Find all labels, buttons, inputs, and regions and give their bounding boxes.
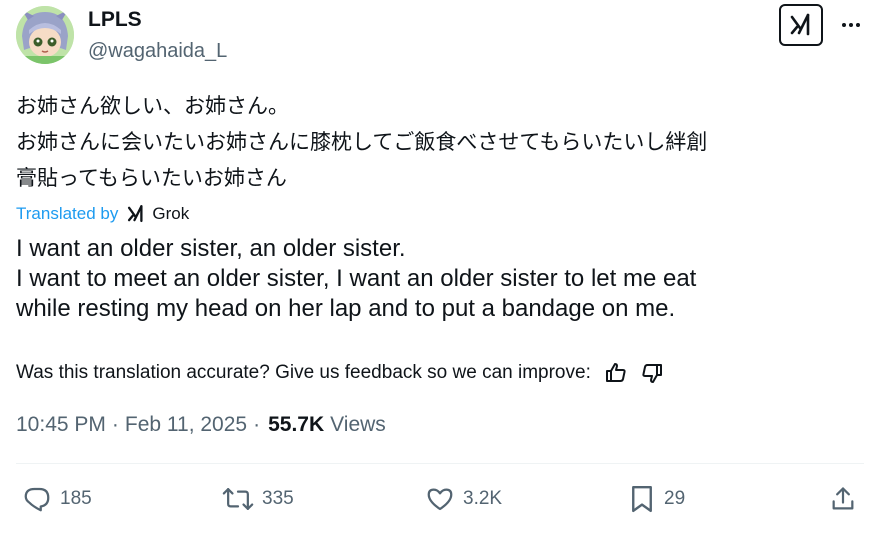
like-button[interactable]: 3.2K bbox=[425, 480, 502, 518]
post-original-text: お姉さん欲しい、お姉さん。 お姉さんに会いたいお姉さんに膝枕してご飯食べさせても… bbox=[16, 94, 708, 190]
like-icon bbox=[425, 484, 455, 514]
divider bbox=[16, 463, 864, 464]
more-options-button[interactable] bbox=[838, 12, 864, 38]
post-time[interactable]: 10:45 PM bbox=[16, 413, 106, 437]
views-label: Views bbox=[330, 413, 386, 436]
thumbs-up-icon bbox=[604, 361, 628, 385]
bookmark-icon bbox=[628, 484, 656, 514]
like-count: 3.2K bbox=[463, 488, 503, 509]
grok-button[interactable] bbox=[779, 4, 823, 46]
reply-icon bbox=[22, 484, 52, 514]
feedback-prompt: Was this translation accurate? Give us f… bbox=[16, 362, 591, 383]
thumbs-down-icon bbox=[640, 361, 664, 385]
share-button[interactable] bbox=[829, 480, 857, 518]
translation-feedback: Was this translation accurate? Give us f… bbox=[16, 358, 667, 388]
grok-logo-icon bbox=[126, 204, 146, 224]
bookmark-button[interactable]: 29 bbox=[628, 480, 685, 518]
post-date[interactable]: Feb 11, 2025 bbox=[125, 413, 247, 437]
post-meta: 10:45 PM · Feb 11, 2025 · 55.7K Views bbox=[16, 410, 386, 440]
repost-icon bbox=[222, 484, 254, 514]
post-translated-text: I want an older sister, an older sister.… bbox=[16, 235, 697, 322]
thumbs-down-button[interactable] bbox=[637, 358, 667, 388]
reply-count: 185 bbox=[60, 488, 92, 509]
repost-count: 335 bbox=[262, 488, 294, 509]
meta-separator: · bbox=[253, 413, 261, 436]
translated-by-label[interactable]: Translated by bbox=[16, 204, 118, 224]
thumbs-up-button[interactable] bbox=[601, 358, 631, 388]
repost-button[interactable]: 335 bbox=[222, 480, 294, 518]
views-count[interactable]: 55.7K bbox=[268, 413, 324, 437]
more-icon bbox=[841, 23, 862, 27]
author-handle[interactable]: @wagahaida_L bbox=[88, 40, 227, 63]
share-icon bbox=[829, 484, 857, 514]
avatar[interactable] bbox=[16, 6, 74, 64]
grok-icon bbox=[788, 12, 814, 38]
reply-button[interactable]: 185 bbox=[22, 480, 92, 518]
bookmark-count: 29 bbox=[664, 488, 686, 509]
translation-attribution: Translated by Grok bbox=[16, 202, 189, 226]
author-display-name[interactable]: LPLS bbox=[88, 8, 142, 32]
translator-name: Grok bbox=[152, 204, 190, 223]
meta-separator: · bbox=[111, 413, 119, 436]
